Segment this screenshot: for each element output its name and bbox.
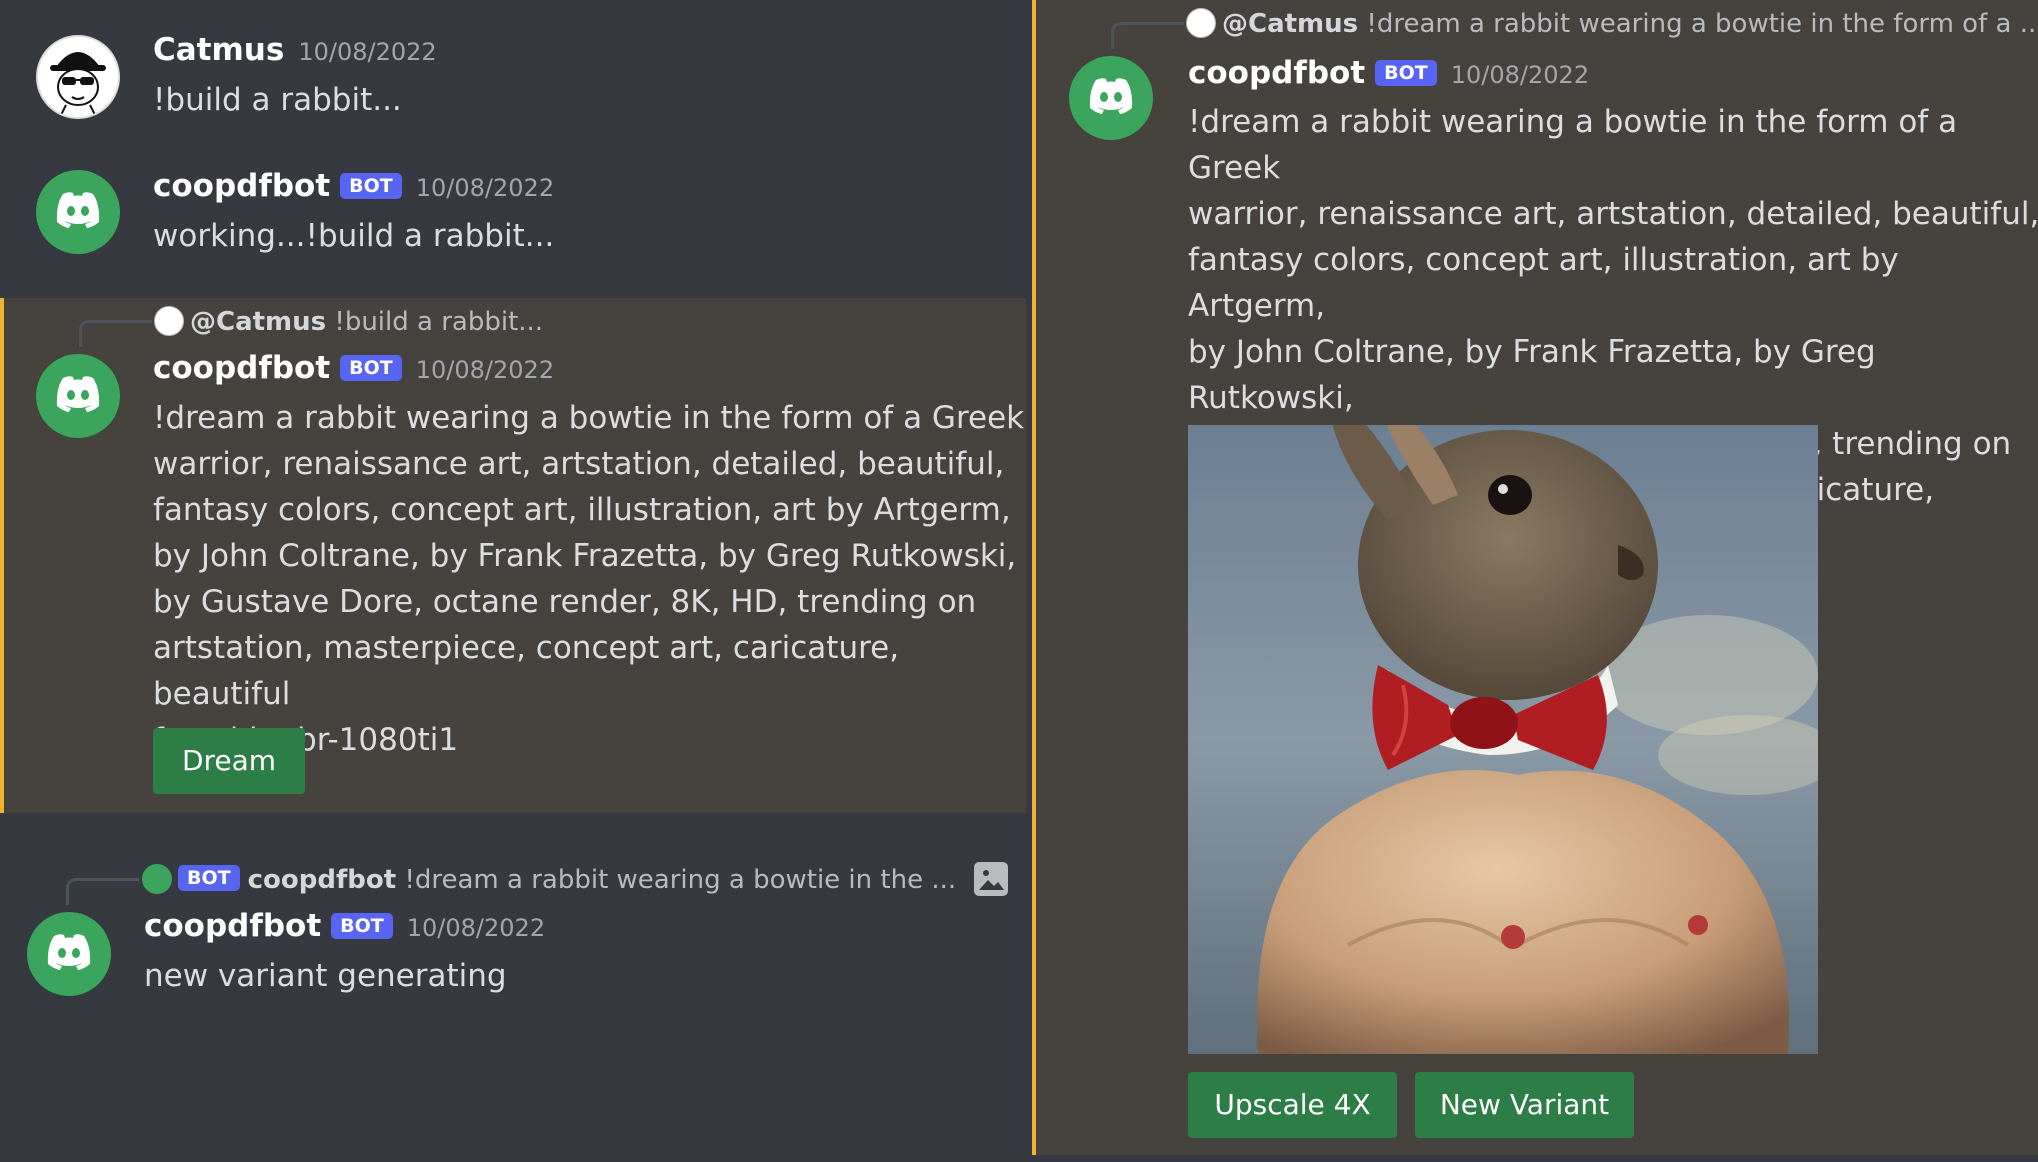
reply-connector bbox=[1111, 22, 1184, 49]
bot-avatar[interactable] bbox=[36, 170, 120, 254]
timestamp: 10/08/2022 bbox=[298, 38, 437, 66]
author-name[interactable]: coopdfbot bbox=[153, 350, 330, 386]
bot-badge: BOT bbox=[340, 355, 402, 381]
message-text: !build a rabbit... bbox=[153, 82, 402, 118]
message-text: new variant generating bbox=[144, 958, 507, 994]
reply-preview[interactable]: @Catmus !dream a rabbit wearing a bowtie… bbox=[1186, 8, 2038, 39]
author-name[interactable]: Catmus bbox=[153, 32, 284, 68]
discord-logo-icon bbox=[56, 376, 100, 412]
mini-avatar-icon bbox=[1186, 8, 1216, 38]
text-line: !dream a rabbit wearing a bowtie in the … bbox=[1188, 104, 1958, 186]
discord-logo-icon bbox=[47, 934, 91, 970]
timestamp: 10/08/2022 bbox=[406, 914, 546, 942]
bot-avatar[interactable] bbox=[36, 354, 120, 438]
image-icon bbox=[974, 862, 1009, 896]
bot-avatar[interactable] bbox=[1069, 56, 1153, 140]
text-line: !dream a rabbit wearing a bowtie in the … bbox=[153, 400, 1025, 436]
message-text: working...!build a rabbit... bbox=[153, 218, 555, 254]
author-name[interactable]: coopdfbot bbox=[1188, 55, 1365, 91]
message-text: !dream a rabbit wearing a bowtie in the … bbox=[153, 395, 1026, 763]
message-bot-variant: BOT coopdfbot !dream a rabbit wearing a b… bbox=[0, 850, 1025, 1010]
bot-avatar[interactable] bbox=[27, 912, 111, 996]
text-line: warrior, renaissance art, artstation, de… bbox=[153, 446, 1005, 482]
reply-text: !dream a rabbit wearing a bowtie in the … bbox=[404, 865, 957, 895]
bot-badge: BOT bbox=[340, 173, 402, 199]
message-catmus: Catmus 10/08/2022 !build a rabbit... bbox=[0, 20, 1025, 130]
text-line: fantasy colors, concept art, illustratio… bbox=[1188, 242, 1899, 324]
reply-author[interactable]: coopdfbot bbox=[248, 865, 397, 895]
text-line: artstation, masterpiece, concept art, ca… bbox=[153, 630, 900, 712]
left-chat-pane: Catmus 10/08/2022 !build a rabbit... coop… bbox=[0, 0, 1030, 1162]
timestamp: 10/08/2022 bbox=[415, 356, 555, 384]
reply-preview[interactable]: BOT coopdfbot !dream a rabbit wearing a b… bbox=[142, 862, 1009, 896]
right-chat-pane: @Catmus !dream a rabbit wearing a bowtie… bbox=[1030, 0, 2038, 1162]
discord-logo-icon bbox=[1089, 78, 1133, 114]
dream-button[interactable]: Dream bbox=[153, 728, 305, 794]
bot-badge: BOT bbox=[178, 865, 240, 891]
text-line: warrior, renaissance art, artstation, de… bbox=[1188, 196, 2038, 232]
author-name[interactable]: coopdfbot bbox=[153, 168, 330, 204]
reply-mention[interactable]: @Catmus bbox=[190, 307, 326, 337]
reply-connector bbox=[79, 320, 152, 347]
text-line: fantasy colors, concept art, illustratio… bbox=[153, 492, 1011, 528]
text-line: by John Coltrane, by Frank Frazetta, by … bbox=[153, 538, 1017, 574]
timestamp: 10/08/2022 bbox=[415, 174, 555, 202]
bot-badge: BOT bbox=[331, 913, 393, 939]
cat-with-sunglasses-icon bbox=[50, 52, 106, 117]
mini-bot-avatar-icon bbox=[142, 864, 172, 894]
author-name[interactable]: coopdfbot bbox=[144, 908, 321, 944]
timestamp: 10/08/2022 bbox=[1450, 61, 1590, 89]
reply-preview[interactable]: @Catmus !build a rabbit... bbox=[154, 306, 543, 337]
message-bot-dream: @Catmus !build a rabbit... coopdfbot BOT 1… bbox=[0, 298, 1026, 813]
text-line: by John Coltrane, by Frank Frazetta, by … bbox=[1188, 334, 1876, 416]
message-bot-image-result: @Catmus !dream a rabbit wearing a bowtie… bbox=[1032, 0, 2038, 1155]
reply-text: !dream a rabbit wearing a bowtie in the … bbox=[1366, 9, 2038, 39]
bot-badge: BOT bbox=[1375, 60, 1437, 86]
reply-text: !build a rabbit... bbox=[334, 307, 544, 337]
reply-mention[interactable]: @Catmus bbox=[1222, 9, 1358, 39]
message-bot-working: coopdfbot BOT 10/08/2022 working...!build … bbox=[0, 160, 1025, 270]
mini-avatar-icon bbox=[154, 306, 184, 336]
upscale-4x-button[interactable]: Upscale 4X bbox=[1188, 1072, 1397, 1138]
reply-connector bbox=[66, 878, 139, 905]
new-variant-button[interactable]: New Variant bbox=[1415, 1072, 1634, 1138]
text-line: by Gustave Dore, octane render, 8K, HD, … bbox=[153, 584, 977, 620]
discord-logo-icon bbox=[56, 192, 100, 228]
generated-rabbit-image[interactable] bbox=[1188, 425, 1818, 1054]
user-avatar-catmus[interactable] bbox=[36, 35, 120, 119]
